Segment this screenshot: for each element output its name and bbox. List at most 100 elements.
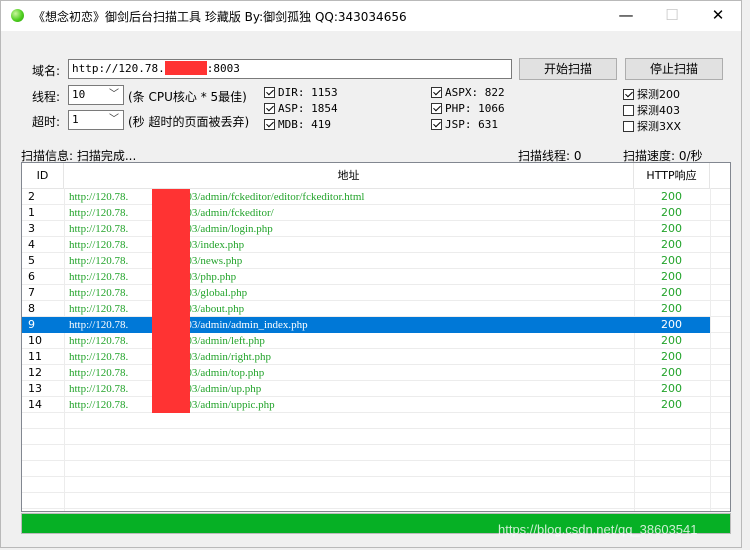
row-id: 4 (28, 238, 35, 251)
threads-label: 线程: (32, 90, 61, 104)
checkbox-probe-3xx[interactable]: 探测3XX (623, 118, 681, 133)
stop-scan-button[interactable]: 停止扫描 (625, 58, 723, 80)
row-http-code: 200 (661, 190, 682, 203)
table-row[interactable]: 11 http://120.78.:8003/admin/right.php 200 (22, 349, 710, 365)
minimize-icon[interactable]: — (603, 1, 649, 31)
row-id: 3 (28, 222, 35, 235)
timeout-label: 超时: (32, 115, 61, 129)
row-http-code: 200 (661, 350, 682, 363)
threads-select[interactable]: 10 ﹀ (68, 85, 124, 105)
results-table[interactable]: ID 地址 HTTP响应 2 http://120.78.:8003/admin/… (21, 162, 731, 512)
row-id: 13 (28, 382, 42, 395)
checkbox-aspx[interactable]: ASPX: 822 (431, 86, 505, 100)
checkbox-checked-icon[interactable] (264, 119, 275, 130)
row-divider (22, 476, 730, 477)
redaction-mark (152, 189, 190, 413)
row-http-code: 200 (661, 286, 682, 299)
row-id: 12 (28, 366, 42, 379)
table-row[interactable]: 3 http://120.78.:8003/admin/login.php 200 (22, 221, 710, 237)
row-http-code: 200 (661, 318, 682, 331)
row-divider (22, 444, 730, 445)
domain-input[interactable]: http://120.78.:8003 (68, 59, 512, 79)
window-title: 《想念初恋》御剑后台扫描工具 珍藏版 By:御剑孤独 QQ:343034656 (33, 10, 407, 24)
table-row[interactable]: 7 http://120.78.:8003/global.php 200 (22, 285, 710, 301)
checkbox-checked-icon[interactable] (431, 87, 442, 98)
table-row[interactable]: 1 http://120.78.:8003/admin/fckeditor/200 (22, 205, 710, 221)
header-address[interactable]: 地址 (64, 163, 634, 188)
row-divider (22, 460, 730, 461)
checkbox-checked-icon[interactable] (431, 119, 442, 130)
table-row[interactable]: 12 http://120.78.:8003/admin/top.php 200 (22, 365, 710, 381)
checkbox-probe-200[interactable]: 探测200 (623, 86, 680, 101)
row-divider (22, 508, 730, 509)
app-icon (11, 9, 24, 22)
checkbox-label: MDB: 419 (278, 118, 331, 131)
row-http-code: 200 (661, 398, 682, 411)
checkbox-label: PHP: 1066 (445, 102, 505, 115)
row-http-code: 200 (661, 334, 682, 347)
chevron-down-icon: ﹀ (109, 114, 119, 125)
checkbox-dir[interactable]: DIR: 1153 (264, 86, 338, 100)
checkbox-label: 探测403 (637, 104, 680, 117)
row-id: 11 (28, 350, 42, 363)
checkbox-checked-icon[interactable] (264, 87, 275, 98)
table-row[interactable]: 2 http://120.78.:8003/admin/fckeditor/edi… (22, 189, 710, 205)
url-prefix: http://120.78. (69, 351, 129, 363)
checkbox-empty-icon[interactable] (623, 121, 634, 132)
url-prefix: http://120.78. (69, 367, 129, 379)
url-prefix: http://120.78. (69, 399, 129, 411)
checkbox-mdb[interactable]: MDB: 419 (264, 118, 331, 132)
checkbox-checked-icon[interactable] (264, 103, 275, 114)
row-id: 8 (28, 302, 35, 315)
title-bar[interactable]: 《想念初恋》御剑后台扫描工具 珍藏版 By:御剑孤独 QQ:343034656 … (1, 1, 741, 31)
row-http-code: 200 (661, 302, 682, 315)
row-http-code: 200 (661, 238, 682, 251)
threads-hint: (条 CPU核心 * 5最佳) (128, 90, 247, 104)
timeout-select[interactable]: 1 ﹀ (68, 110, 124, 130)
checkbox-asp[interactable]: ASP: 1854 (264, 102, 338, 116)
row-http-code: 200 (661, 206, 682, 219)
watermark: https://blog.csdn.net/qq_38603541 (498, 522, 698, 537)
url-prefix: http://120.78. (69, 287, 129, 299)
url-prefix: http://120.78. (69, 255, 129, 267)
header-http[interactable]: HTTP响应 (634, 163, 710, 188)
maximize-icon[interactable]: ☐ (649, 1, 695, 31)
url-prefix: http://120.78. (69, 383, 129, 395)
url-path: :8003/admin/fckeditor/editor/fckeditor.h… (172, 191, 365, 203)
checkbox-label: 探测200 (637, 88, 680, 101)
table-row[interactable]: 14 http://120.78.:8003/admin/uppic.php 200 (22, 397, 710, 413)
start-scan-button[interactable]: 开始扫描 (519, 58, 617, 80)
url-prefix: http://120.78. (69, 271, 129, 283)
url-prefix: http://120.78. (69, 239, 129, 251)
row-id: 9 (28, 318, 35, 331)
header-id[interactable]: ID (22, 163, 64, 188)
table-row[interactable]: 9 http://120.78.:8003/admin/admin_index.p… (22, 317, 710, 333)
table-row[interactable]: 10 http://120.78.:8003/admin/left.php 200 (22, 333, 710, 349)
url-prefix: http://120.78. (69, 223, 129, 235)
checkbox-php[interactable]: PHP: 1066 (431, 102, 505, 116)
url-prefix: http://120.78. (69, 207, 129, 219)
checkbox-label: JSP: 631 (445, 118, 498, 131)
table-header: ID 地址 HTTP响应 (22, 163, 730, 189)
table-row[interactable]: 8 http://120.78.:8003/about.php 200 (22, 301, 710, 317)
table-row[interactable]: 6 http://120.78.:8003/php.php 200 (22, 269, 710, 285)
checkbox-checked-icon[interactable] (431, 103, 442, 114)
checkbox-jsp[interactable]: JSP: 631 (431, 118, 498, 132)
row-id: 7 (28, 286, 35, 299)
row-id: 1 (28, 206, 35, 219)
row-id: 2 (28, 190, 35, 203)
table-row[interactable]: 4 http://120.78.:8003/index.php 200 (22, 237, 710, 253)
domain-label: 域名: (32, 64, 61, 78)
url-prefix: http://120.78. (69, 319, 129, 331)
row-http-code: 200 (661, 254, 682, 267)
row-id: 6 (28, 270, 35, 283)
table-row[interactable]: 13 http://120.78.:8003/admin/up.php 200 (22, 381, 710, 397)
url-prefix: http://120.78. (69, 335, 129, 347)
checkbox-probe-403[interactable]: 探测403 (623, 102, 680, 117)
checkbox-checked-icon[interactable] (623, 89, 634, 100)
table-row[interactable]: 5 http://120.78.:8003/news.php 200 (22, 253, 710, 269)
close-icon[interactable]: ✕ (695, 1, 741, 31)
row-http-code: 200 (661, 270, 682, 283)
url-prefix: http://120.78. (69, 303, 129, 315)
checkbox-empty-icon[interactable] (623, 105, 634, 116)
